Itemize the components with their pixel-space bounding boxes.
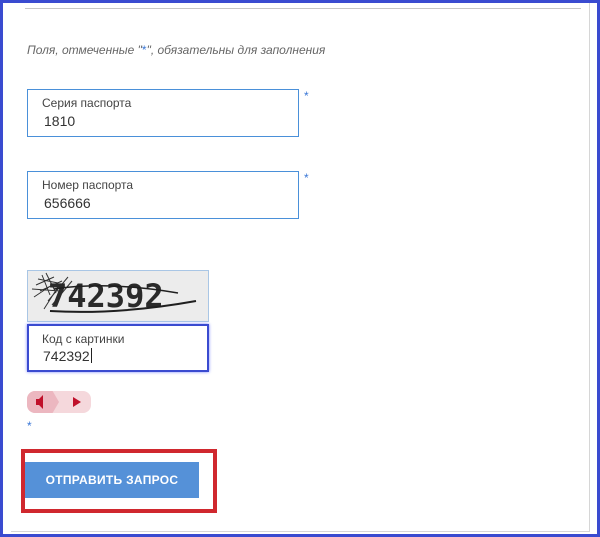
submit-request-button[interactable]: ОТПРАВИТЬ ЗАПРОС <box>25 462 199 498</box>
required-note-suffix: ", обязательны для заполнения <box>146 43 326 57</box>
captcha-audio-control[interactable] <box>27 391 91 413</box>
top-divider <box>25 8 581 9</box>
form-panel: Поля, отмеченные " * ", обязательны для за… <box>11 3 590 532</box>
passport-series-label: Серия паспорта <box>42 96 132 110</box>
captcha-image: 742392 <box>27 270 209 322</box>
speaker-icon[interactable] <box>27 391 59 413</box>
captcha-image-graphic: 742392 <box>28 271 208 321</box>
passport-number-field[interactable]: Номер паспорта <box>27 171 299 219</box>
text-caret <box>90 348 92 363</box>
captcha-code-value: 742392 <box>43 348 90 364</box>
captcha-code-input[interactable]: 742392 <box>43 348 283 364</box>
captcha-code-label: Код с картинки <box>42 332 125 346</box>
screenshot-frame: Поля, отмеченные " * ", обязательны для за… <box>0 0 600 537</box>
passport-number-label: Номер паспорта <box>42 178 134 192</box>
play-icon[interactable] <box>63 391 91 413</box>
passport-number-input[interactable] <box>44 195 284 211</box>
passport-series-input[interactable] <box>44 113 284 129</box>
captcha-code-field[interactable]: Код с картинки 742392 <box>27 324 209 372</box>
passport-series-required-star: * <box>304 89 309 103</box>
passport-series-field[interactable]: Серия паспорта <box>27 89 299 137</box>
captcha-required-star: * <box>27 419 32 433</box>
passport-number-required-star: * <box>304 171 309 185</box>
required-note-prefix: Поля, отмеченные " <box>27 43 142 57</box>
captcha-image-text: 742392 <box>48 277 164 315</box>
required-fields-note: Поля, отмеченные "*", обязательны для за… <box>27 43 325 57</box>
